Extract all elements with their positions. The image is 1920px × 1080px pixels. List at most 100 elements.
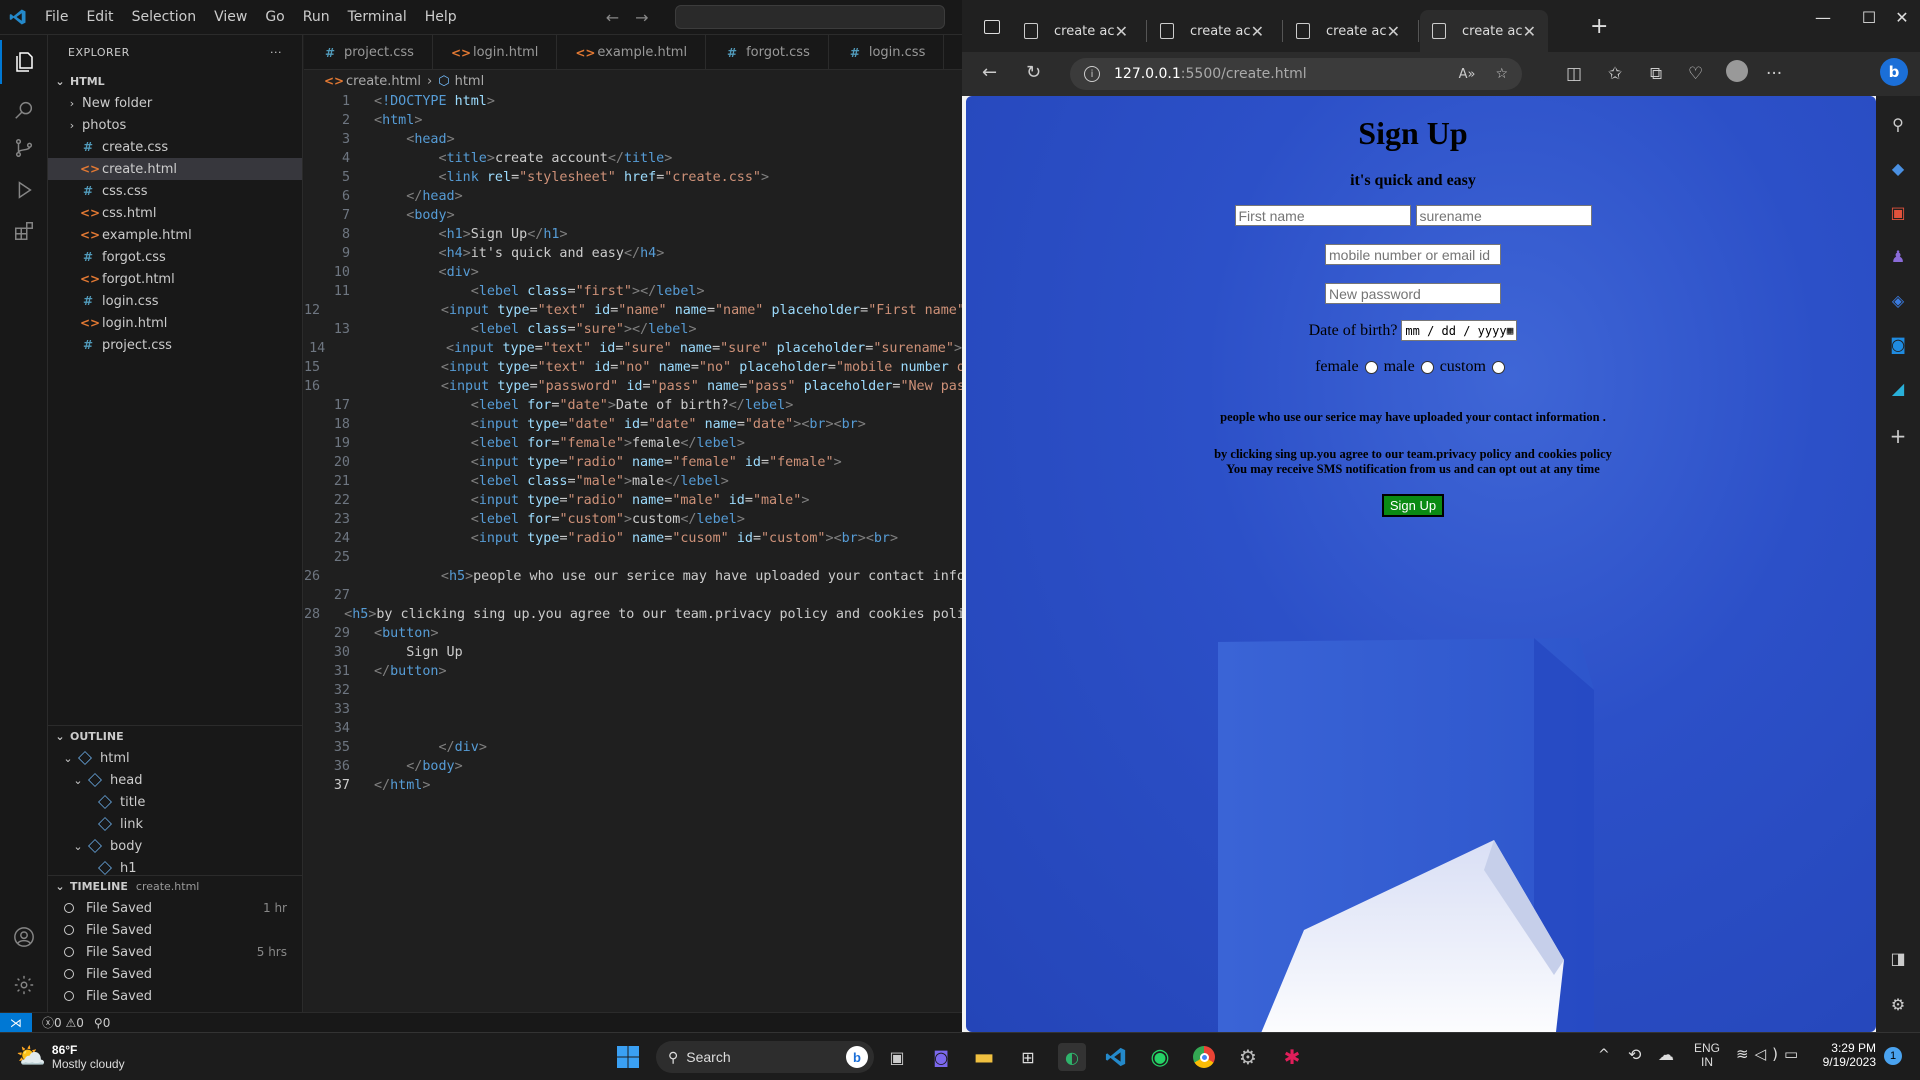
more-actions-icon[interactable]: ··· bbox=[270, 46, 282, 59]
tree-file[interactable]: # create.css bbox=[48, 136, 302, 158]
hide-sidebar-icon[interactable]: ◨ bbox=[1888, 948, 1908, 968]
surename-input[interactable]: surename bbox=[1415, 205, 1592, 226]
shopping-icon[interactable]: ◆ bbox=[1888, 158, 1908, 178]
sidebar-search-icon[interactable]: ⚲ bbox=[1888, 114, 1908, 134]
tab-actions-icon[interactable] bbox=[984, 20, 1000, 34]
custom-radio[interactable] bbox=[1491, 360, 1505, 374]
outline-item[interactable]: ⌄ html bbox=[48, 747, 303, 769]
extensions-icon[interactable] bbox=[0, 209, 48, 253]
notification-badge[interactable]: 1 bbox=[1884, 1047, 1902, 1065]
edge-taskbar-icon[interactable]: ◐ bbox=[1058, 1043, 1086, 1071]
menu-item-view[interactable]: View bbox=[205, 9, 256, 25]
editor-tab[interactable]: # forgot.css bbox=[706, 35, 829, 69]
file-explorer-icon[interactable]: ▬ bbox=[970, 1043, 998, 1071]
bing-icon[interactable]: b bbox=[846, 1046, 868, 1068]
outline-item[interactable]: ⌄ head bbox=[48, 769, 303, 791]
breadcrumb-file[interactable]: create.html bbox=[346, 74, 421, 89]
editor-tab[interactable]: # login.css bbox=[829, 35, 945, 69]
info-icon[interactable]: i bbox=[1084, 66, 1100, 82]
ports[interactable]: ⚲0 bbox=[94, 1016, 110, 1030]
timeline-item[interactable]: File Saved 5 hrs bbox=[48, 941, 303, 963]
tools-icon[interactable]: ▣ bbox=[1888, 202, 1908, 222]
timeline-item[interactable]: File Saved bbox=[48, 985, 303, 1007]
command-center[interactable] bbox=[674, 5, 945, 29]
taskbar-search[interactable]: ⚲ Search b bbox=[656, 1041, 874, 1073]
network-volume-battery[interactable]: ≋◁)▭ bbox=[1736, 1045, 1804, 1063]
url-bar[interactable]: i 127.0.0.1:5500/create.html A» ☆ bbox=[1070, 58, 1522, 90]
profile-avatar[interactable] bbox=[1726, 60, 1748, 82]
tab-close-icon[interactable]: ✕ bbox=[1387, 22, 1400, 41]
remote-icon[interactable]: ⋊ bbox=[0, 1012, 32, 1033]
menu-item-edit[interactable]: Edit bbox=[77, 9, 122, 25]
nav-arrows-icon[interactable]: ←→ bbox=[606, 8, 665, 27]
windows-start-icon[interactable] bbox=[614, 1043, 642, 1071]
chevron-up-icon[interactable]: ^ bbox=[1598, 1047, 1610, 1063]
browser-tab[interactable]: create accour✕ bbox=[1012, 10, 1140, 52]
onedrive-icon[interactable]: ☁ bbox=[1658, 1045, 1674, 1064]
tree-file[interactable]: # project.css bbox=[48, 334, 302, 356]
back-icon[interactable]: ← bbox=[982, 62, 997, 83]
drop-icon[interactable]: ◢ bbox=[1888, 378, 1908, 398]
calendar-icon[interactable]: ▦ bbox=[1507, 324, 1514, 337]
slack-icon[interactable]: ✱ bbox=[1278, 1043, 1306, 1071]
signup-button[interactable]: Sign Up bbox=[1381, 494, 1445, 517]
tree-file[interactable]: <> css.html bbox=[48, 202, 302, 224]
tree-file[interactable]: <> create.html bbox=[48, 158, 302, 180]
task-view-icon[interactable]: ▣ bbox=[883, 1043, 911, 1071]
tab-close-icon[interactable]: ✕ bbox=[1115, 22, 1128, 41]
menu-item-run[interactable]: Run bbox=[294, 9, 339, 25]
sidebar-settings-icon[interactable]: ⚙ bbox=[1888, 994, 1908, 1014]
timeline-item[interactable]: File Saved 1 hr bbox=[48, 897, 303, 919]
source-control-icon[interactable] bbox=[0, 126, 48, 170]
menu-item-selection[interactable]: Selection bbox=[123, 9, 206, 25]
editor-tab[interactable]: <> login.html bbox=[433, 35, 558, 69]
outlook-icon[interactable]: ◙ bbox=[1888, 334, 1908, 354]
editor-tab[interactable]: # project.css bbox=[304, 35, 433, 69]
tree-file[interactable]: <> example.html bbox=[48, 224, 302, 246]
minimize-icon[interactable]: — bbox=[1800, 0, 1846, 36]
games-icon[interactable]: ♟ bbox=[1888, 246, 1908, 266]
date-of-birth-input[interactable]: mm / dd / yyyy ▦ bbox=[1401, 320, 1518, 341]
tab-close-icon[interactable]: ✕ bbox=[1523, 22, 1536, 41]
tree-folder[interactable]: › photos bbox=[48, 114, 302, 136]
tree-file[interactable]: <> forgot.html bbox=[48, 268, 302, 290]
browser-tab[interactable]: create accour✕ bbox=[1420, 10, 1548, 52]
outline-item[interactable]: title bbox=[48, 791, 303, 813]
male-radio[interactable] bbox=[1420, 360, 1434, 374]
code-editor[interactable]: 1 <!DOCTYPE html> 2 <html> 3 <head> 4 <title>… bbox=[304, 92, 962, 1012]
split-screen-icon[interactable]: ◫ bbox=[1566, 64, 1582, 84]
breadcrumb-element[interactable]: html bbox=[455, 74, 485, 89]
outline-item[interactable]: link bbox=[48, 813, 303, 835]
tree-folder[interactable]: › New folder bbox=[48, 92, 302, 114]
weather-widget[interactable]: ⛅ 86°F Mostly cloudy bbox=[16, 1042, 125, 1071]
favorites-icon[interactable]: ✩ bbox=[1608, 64, 1622, 84]
errors-warnings[interactable]: ⓧ0 ⚠0 bbox=[42, 1014, 84, 1031]
sync-icon[interactable]: ⟲ bbox=[1628, 1045, 1641, 1064]
tab-close-icon[interactable]: ✕ bbox=[1251, 22, 1264, 41]
timeline-item[interactable]: File Saved bbox=[48, 963, 303, 985]
timeline-item[interactable]: File Saved bbox=[48, 919, 303, 941]
editor-tab[interactable]: <> example.html bbox=[557, 35, 707, 69]
timeline-header[interactable]: ⌄ TIMELINE create.html bbox=[48, 875, 303, 897]
outline-item[interactable]: h1 bbox=[48, 857, 303, 875]
read-aloud-icon[interactable]: A» bbox=[1459, 67, 1476, 82]
teams-chat-icon[interactable]: ◙ bbox=[927, 1043, 955, 1071]
refresh-icon[interactable]: ↻ bbox=[1026, 62, 1041, 83]
collections-icon[interactable]: ⧉ bbox=[1650, 64, 1662, 84]
female-radio[interactable] bbox=[1364, 360, 1378, 374]
browser-essentials-icon[interactable]: ♡ bbox=[1688, 64, 1703, 84]
run-debug-icon[interactable] bbox=[0, 168, 48, 212]
bing-copilot-icon[interactable]: b bbox=[1880, 58, 1908, 86]
menu-item-help[interactable]: Help bbox=[416, 9, 466, 25]
editor-tab[interactable]: <>c bbox=[944, 35, 962, 69]
new-tab-icon[interactable]: + bbox=[1590, 14, 1608, 39]
vscode-taskbar-icon[interactable] bbox=[1102, 1043, 1130, 1071]
browser-tab[interactable]: create accour✕ bbox=[1148, 10, 1276, 52]
mobile-email-input[interactable]: mobile number or email id bbox=[1325, 244, 1501, 265]
tree-file[interactable]: # forgot.css bbox=[48, 246, 302, 268]
menu-item-go[interactable]: Go bbox=[256, 9, 293, 25]
settings-app-icon[interactable]: ⚙ bbox=[1234, 1043, 1262, 1071]
menu-item-terminal[interactable]: Terminal bbox=[339, 9, 416, 25]
add-sidebar-icon[interactable]: + bbox=[1888, 424, 1908, 448]
first-name-input[interactable]: First name bbox=[1234, 205, 1411, 226]
